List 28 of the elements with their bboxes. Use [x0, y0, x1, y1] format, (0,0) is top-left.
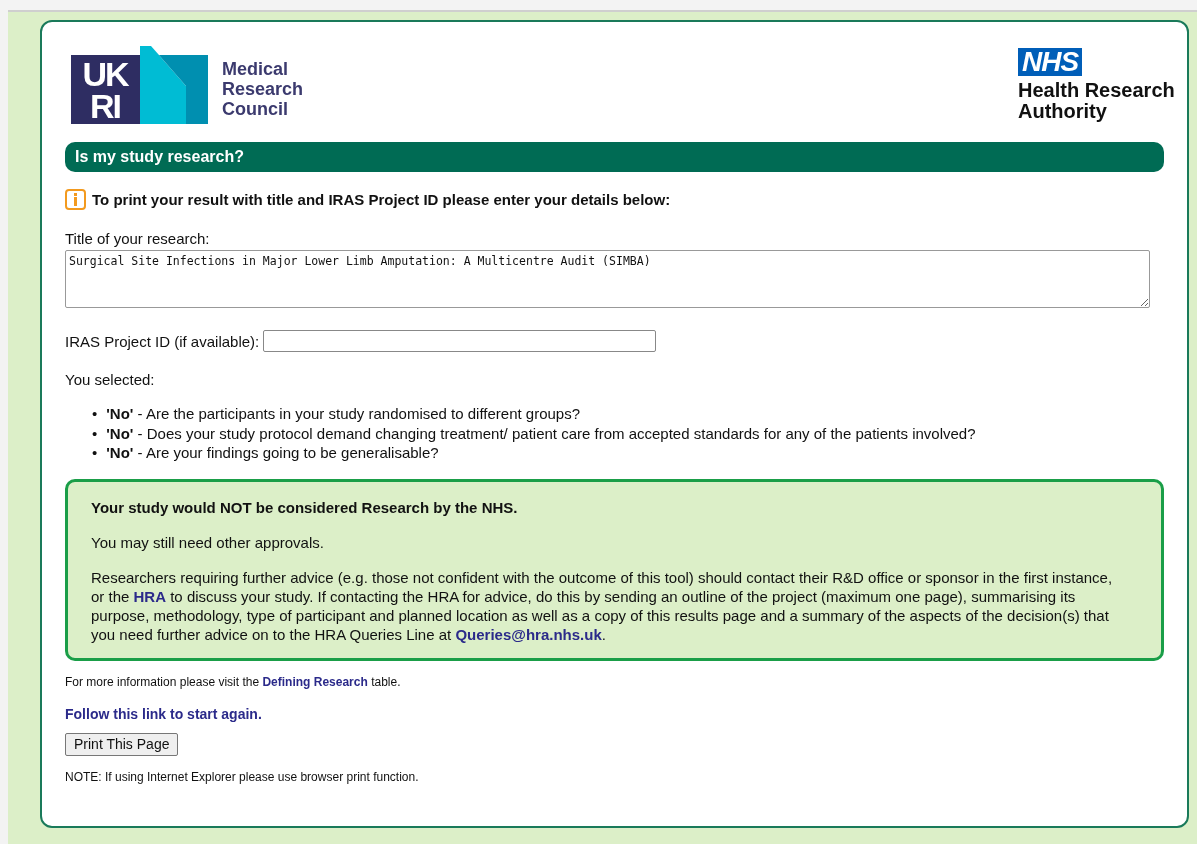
hra-link[interactable]: HRA	[133, 587, 167, 605]
field-label: Title of your research:	[65, 230, 211, 248]
selection-heading: You selected:	[65, 371, 156, 389]
bullet: •	[92, 423, 98, 443]
advice-paragraph: Researchers requiring further advice (e.g. those not confident with the outcome of this tool) should contact their R&D office or sponsor in the first instance, or the HRA to discuss your study. If contacting the HRA for advice, do this by sending an outline of the project (maximum one page), summarising its purpose, methodology, type of participant and planned location as well as a copy of this results page and a summary of the aspects of the decision(s) that you need further advice on to the HRA Queries Line at Queries@hra.nhs.uk.	[91, 567, 1114, 644]
authority-name: Health Research Authority	[1018, 80, 1176, 122]
defining-research-link[interactable]: Defining Research	[262, 674, 368, 689]
email-link[interactable]: Queries@hra.nhs.uk	[455, 625, 602, 643]
bullet: •	[92, 443, 98, 463]
nhs-badge: NHS	[1018, 48, 1083, 76]
answer-item: 'No' - Are the participants in your study randomised to different groups?	[106, 404, 581, 424]
info-icon	[65, 189, 86, 210]
approvals-note: You may still need other approvals.	[91, 532, 325, 552]
bullet: •	[92, 404, 98, 424]
start-again-link[interactable]: Follow this link to start again.	[65, 705, 262, 723]
print-instructions: To print your result with title and IRAS Project ID please enter your details below:	[92, 191, 671, 208]
project-id-field[interactable]	[263, 330, 657, 352]
council-name: Medical Research Council	[222, 59, 304, 119]
ukri-logo: UK RI	[71, 46, 208, 124]
answer-item: 'No' - Does your study protocol demand changing treatment/ patient care from accepted standards for any of the patients involved?	[106, 423, 976, 443]
more-info-text: For more information please visit the Defining Research table.	[65, 674, 402, 690]
page-title: Is my study research?	[65, 142, 1164, 172]
answer-item: 'No' - Are your findings going to be generalisable?	[106, 443, 439, 463]
field-label: IRAS Project ID (if available):	[65, 332, 260, 350]
title-field[interactable]: Surgical Site Infections in Major Lower Limb Amputation: A Multicentre Audit (SIMBA)	[65, 250, 1150, 308]
browser-note: NOTE: If using Internet Explorer please use browser print function.	[65, 769, 420, 785]
print-button[interactable]: Print This Page	[65, 732, 179, 756]
result-verdict: Your study would NOT be considered Research by the NHS.	[91, 497, 519, 517]
